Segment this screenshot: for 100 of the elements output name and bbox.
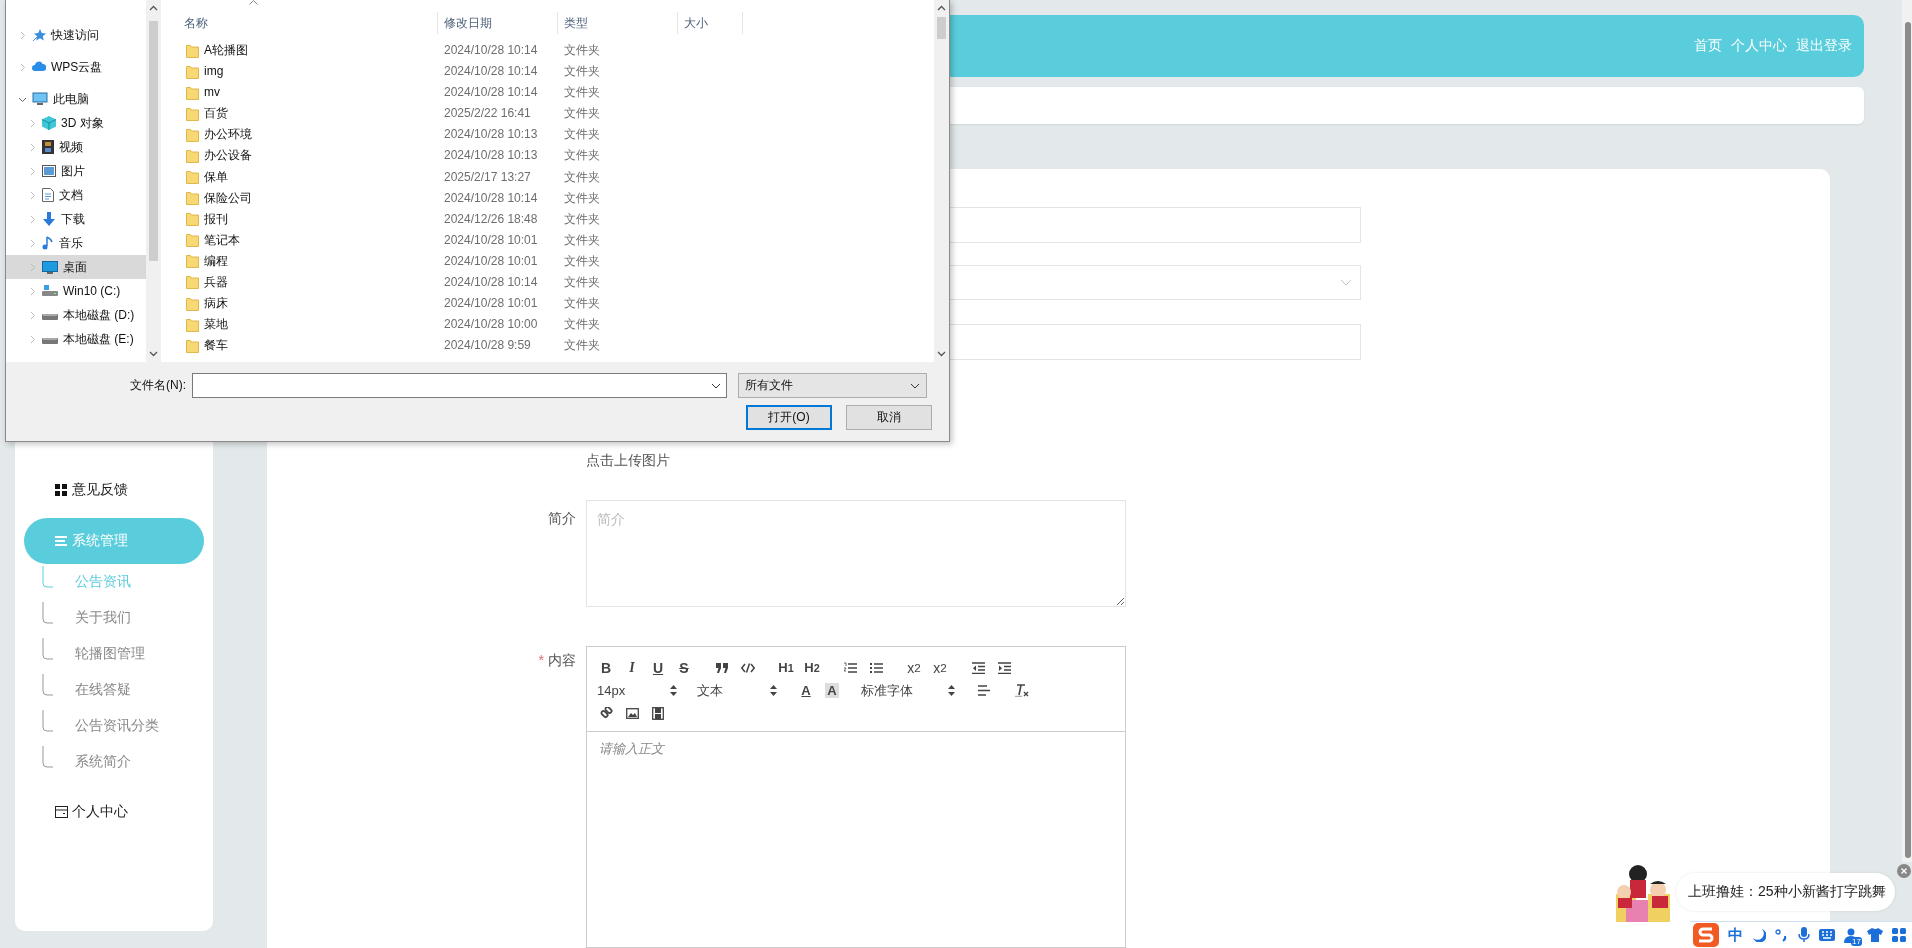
tree-item[interactable]: WPS云盘	[6, 55, 146, 79]
folder-icon	[186, 191, 199, 206]
indent-icon[interactable]	[997, 661, 1011, 674]
sidebar-item[interactable]: 个人中心	[15, 792, 213, 832]
chevron-right-icon[interactable]	[28, 286, 37, 296]
outdent-icon[interactable]	[971, 661, 985, 674]
tree-line-icon	[42, 638, 54, 660]
filename-field[interactable]	[192, 373, 727, 398]
modified-date: 2024/10/28 10:00	[443, 316, 539, 334]
file-name[interactable]: img	[169, 63, 438, 81]
folder-icon	[186, 85, 199, 100]
grid-icon[interactable]	[1892, 928, 1906, 942]
tree-item[interactable]: 图片	[6, 159, 146, 183]
film-icon	[42, 140, 54, 154]
file-name[interactable]: 保单	[169, 168, 438, 186]
chevron-right-icon[interactable]	[28, 214, 37, 224]
link-icon[interactable]	[599, 707, 613, 720]
file-name[interactable]: 兵器	[169, 273, 438, 291]
film-icon[interactable]	[652, 707, 664, 720]
chevron-right-icon[interactable]	[28, 334, 37, 344]
submenu-item[interactable]: 在线答疑	[15, 672, 213, 708]
shirt-icon[interactable]	[1867, 928, 1883, 942]
textarea-field[interactable]: 简介	[586, 500, 1126, 607]
tree-item[interactable]: 桌面	[6, 255, 146, 279]
submenu-item[interactable]: 公告资讯分类	[15, 708, 213, 744]
chevron-right-icon[interactable]	[28, 142, 37, 152]
bullet-list-icon[interactable]	[869, 661, 883, 674]
column-header[interactable]: 名称	[169, 12, 438, 34]
tree-item[interactable]: 本地磁盘 (E:)	[6, 327, 146, 351]
punctuation-icon[interactable]	[1775, 928, 1789, 942]
microphone-icon[interactable]	[1798, 927, 1810, 943]
chevron-right-icon[interactable]	[18, 30, 27, 40]
file-name[interactable]: 菜地	[169, 316, 438, 334]
background-color-button[interactable]: A	[825, 683, 839, 698]
tree-item[interactable]: 视频	[6, 135, 146, 159]
toolbar-button[interactable]: S	[671, 656, 697, 679]
input-mode-toggle[interactable]: 中	[1728, 925, 1743, 945]
file-type-dropdown[interactable]: 所有文件	[738, 373, 927, 398]
submenu-item[interactable]: 轮播图管理	[15, 636, 213, 672]
select-dropdown[interactable]: 文本	[693, 681, 781, 700]
select-dropdown[interactable]: 14px	[593, 683, 681, 698]
submenu-item[interactable]: 关于我们	[15, 600, 213, 636]
toolbar-button[interactable]: U	[645, 656, 671, 679]
chevron-right-icon[interactable]	[18, 62, 27, 72]
close-icon[interactable]	[1897, 864, 1911, 878]
file-name[interactable]: 编程	[169, 252, 438, 270]
font-color-button[interactable]: A	[793, 683, 819, 698]
column-header[interactable]: 修改日期	[438, 12, 558, 34]
upload-hint[interactable]: 点击上传图片	[586, 450, 670, 470]
chevron-right-icon[interactable]	[28, 118, 37, 128]
toolbar-button[interactable]: I	[619, 656, 645, 679]
tree-item[interactable]: 下载	[6, 207, 146, 231]
ordered-list-icon[interactable]	[843, 661, 857, 674]
chevron-right-icon[interactable]	[28, 310, 37, 320]
tree-item[interactable]: 音乐	[6, 231, 146, 255]
file-name[interactable]: 办公环境	[169, 126, 438, 144]
chevron-right-icon[interactable]	[28, 238, 37, 248]
promo-banner[interactable]: 上班撸娃：25种小新酱打字跳舞	[1676, 873, 1895, 911]
quote-icon[interactable]	[715, 662, 729, 673]
tree-item[interactable]: 本地磁盘 (D:)	[6, 303, 146, 327]
scrollbar-thumb[interactable]	[149, 21, 158, 261]
file-name[interactable]: 报刊	[169, 210, 438, 228]
chevron-right-icon[interactable]	[28, 166, 37, 176]
sidebar-item[interactable]: 意见反馈	[15, 470, 213, 510]
cloud-icon	[32, 61, 46, 73]
file-name[interactable]: 病床	[169, 295, 438, 313]
chevron-right-icon[interactable]	[28, 190, 37, 200]
file-name[interactable]: A轮播图	[169, 42, 438, 60]
column-header[interactable]: 类型	[558, 12, 678, 34]
submenu-item[interactable]: 系统简介	[15, 744, 213, 780]
tree-item[interactable]: Win10 (C:)	[6, 279, 146, 303]
code-icon[interactable]	[741, 662, 755, 673]
scrollbar-thumb[interactable]	[937, 17, 946, 39]
moon-icon[interactable]	[1752, 928, 1766, 942]
tree-item[interactable]: 此电脑	[6, 87, 146, 111]
download-icon	[42, 212, 56, 226]
file-name[interactable]: 笔记本	[169, 231, 438, 249]
file-name[interactable]: 保险公司	[169, 189, 438, 207]
scrollbar[interactable]	[146, 0, 161, 362]
file-name[interactable]: 百货	[169, 105, 438, 123]
column-header[interactable]: 大小	[678, 12, 743, 34]
align-left-icon[interactable]	[978, 685, 990, 696]
select-dropdown[interactable]: 标准字体	[857, 681, 959, 700]
ime-logo-icon[interactable]	[1693, 923, 1719, 947]
file-name[interactable]: 办公设备	[169, 147, 438, 165]
scrollbar[interactable]	[934, 0, 949, 362]
open-button[interactable]: 打开(O)	[746, 405, 832, 430]
file-name[interactable]: 餐车	[169, 337, 438, 355]
cancel-button[interactable]: 取消	[846, 405, 932, 430]
toolbar-button[interactable]: B	[593, 656, 619, 679]
tree-item[interactable]: 文档	[6, 183, 146, 207]
tree-item[interactable]: 快速访问	[6, 23, 146, 47]
folder-icon	[186, 64, 199, 79]
modified-date: 2024/10/28 9:59	[443, 337, 532, 355]
file-name[interactable]: mv	[169, 84, 438, 102]
image-icon[interactable]	[625, 708, 639, 719]
scrollbar[interactable]	[1902, 0, 1912, 862]
clear-format-icon[interactable]	[1015, 684, 1029, 697]
keyboard-icon[interactable]	[1819, 929, 1835, 941]
tree-item[interactable]: 3D 对象	[6, 111, 146, 135]
